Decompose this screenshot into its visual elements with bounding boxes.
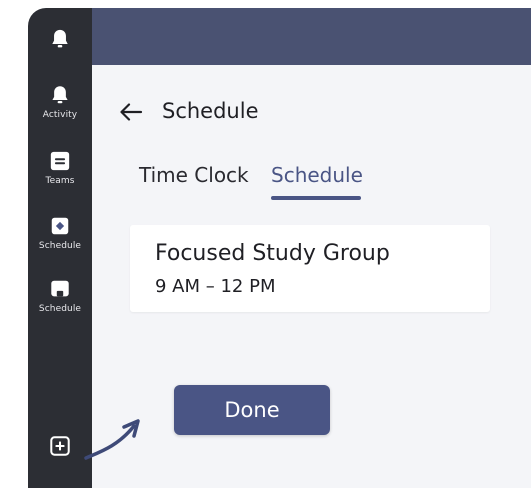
app-sidebar: Activity Teams Schedule Schedule <box>28 8 92 488</box>
sidebar-item-activity[interactable]: Activity <box>28 84 92 120</box>
main-content: Schedule Time Clock Schedule Focused Stu… <box>92 65 531 488</box>
add-app-icon <box>50 436 70 456</box>
teams-icon <box>50 151 70 171</box>
schedule-tray-icon <box>51 280 69 297</box>
top-bar <box>92 8 531 65</box>
sidebar-item-label: Teams <box>45 176 75 186</box>
tab-time-clock[interactable]: Time Clock <box>139 163 249 187</box>
shift-card[interactable]: Focused Study Group 9 AM – 12 PM <box>130 225 490 312</box>
bell-icon <box>52 29 68 48</box>
page-title: Schedule <box>162 99 259 123</box>
bell-icon <box>52 86 68 104</box>
app-window: Activity Teams Schedule Schedule Schedul… <box>28 8 531 488</box>
sidebar-item-schedule[interactable]: Schedule <box>28 215 92 251</box>
tab-schedule[interactable]: Schedule <box>271 163 363 187</box>
done-button[interactable]: Done <box>174 385 330 435</box>
shift-title: Focused Study Group <box>155 241 390 266</box>
sidebar-item-notifications[interactable] <box>28 28 92 50</box>
sidebar-item-label: Schedule <box>38 241 82 251</box>
shift-time: 9 AM – 12 PM <box>155 276 276 297</box>
sidebar-item-schedule-2[interactable]: Schedule <box>28 278 92 314</box>
sidebar-item-label: Schedule <box>38 304 82 314</box>
active-tab-indicator <box>271 196 361 200</box>
sidebar-item-label: Activity <box>42 110 78 120</box>
schedule-diamond-icon <box>51 217 69 235</box>
arrow-left-icon[interactable] <box>118 99 144 125</box>
sidebar-item-teams[interactable]: Teams <box>28 150 92 186</box>
sidebar-add-app[interactable] <box>28 435 92 457</box>
